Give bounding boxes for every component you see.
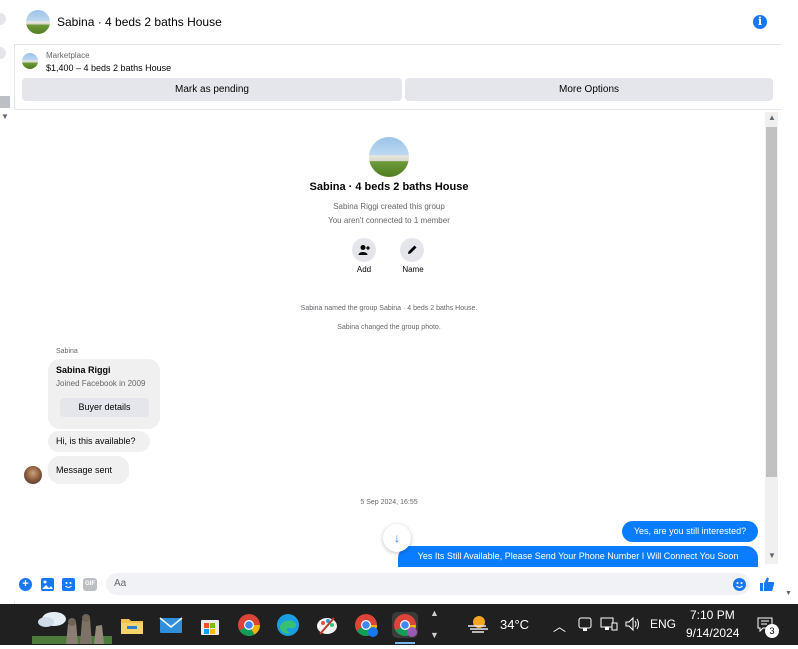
meet-now-icon[interactable] xyxy=(578,616,592,632)
listing-title[interactable]: $1,400 – 4 beds 2 baths House xyxy=(46,63,171,73)
paint-icon[interactable] xyxy=(314,612,340,638)
profile-joined: Joined Facebook in 2009 xyxy=(56,379,146,388)
emoji-icon[interactable] xyxy=(733,578,746,591)
weather-sun-icon[interactable] xyxy=(466,614,492,634)
show-hidden-icons-icon[interactable]: ︿ xyxy=(553,616,566,635)
chrome-profile-icon[interactable] xyxy=(353,612,379,638)
message-bubble[interactable]: Message sent xyxy=(48,456,129,484)
file-explorer-icon[interactable] xyxy=(119,612,145,638)
left-scroll-down-icon[interactable]: ▼ xyxy=(1,112,9,121)
like-icon[interactable] xyxy=(759,576,775,592)
image-icon[interactable] xyxy=(41,578,54,591)
marketplace-label: Marketplace xyxy=(46,51,90,60)
group-title: Sabina · 4 beds 2 baths House xyxy=(309,181,469,193)
temperature[interactable]: 34°C xyxy=(500,617,529,632)
event-group-photo: Sabina changed the group photo. xyxy=(337,324,441,331)
clock-date[interactable]: 9/14/2024 xyxy=(686,626,739,640)
scroll-to-bottom-icon[interactable]: ↓ xyxy=(383,524,411,552)
scroll-down-icon[interactable]: ▼ xyxy=(768,551,776,560)
notification-count-badge: 3 xyxy=(765,624,779,638)
microsoft-store-icon[interactable] xyxy=(197,612,223,638)
mark-as-pending-button[interactable]: Mark as pending xyxy=(22,78,402,101)
edge-icon[interactable] xyxy=(275,612,301,638)
edit-name-label[interactable]: Name xyxy=(393,265,433,274)
chrome-active-icon[interactable] xyxy=(392,612,418,638)
add-member-icon[interactable] xyxy=(352,238,376,262)
chrome-icon[interactable] xyxy=(236,612,262,638)
group-connection-text: You aren't connected to 1 member xyxy=(328,216,450,225)
input-language[interactable]: ENG xyxy=(650,617,676,631)
sender-name: Sabina xyxy=(56,348,78,355)
message-timestamp: 5 Sep 2024, 16:55 xyxy=(360,499,418,506)
scroll-up-icon[interactable]: ▲ xyxy=(768,113,776,122)
taskbar-scroll-up-icon[interactable]: ▲ xyxy=(430,608,439,618)
message-composer: + GIF Aa xyxy=(14,571,781,601)
clock-time[interactable]: 7:10 PM xyxy=(690,608,735,622)
profile-name[interactable]: Sabina Riggi xyxy=(56,365,111,375)
mail-icon[interactable] xyxy=(158,612,184,638)
my-message-bubble[interactable]: Yes, are you still interested? xyxy=(622,521,758,542)
left-avatar-partial[interactable] xyxy=(0,13,6,25)
windows-taskbar: ▲ ▼ 34°C ︿ ENG 7:10 PM 9/14/2024 3 xyxy=(0,604,798,645)
left-panel-edge: ▼ xyxy=(0,0,15,604)
taskbar-scroll-down-icon[interactable]: ▼ xyxy=(430,630,439,640)
sticker-icon[interactable] xyxy=(62,578,75,591)
gif-icon[interactable]: GIF xyxy=(83,578,97,591)
group-avatar[interactable] xyxy=(26,10,50,34)
header-title[interactable]: Sabina · 4 beds 2 baths House xyxy=(57,15,222,29)
info-icon[interactable]: i xyxy=(753,15,767,29)
message-bubble[interactable]: Hi, is this available? xyxy=(48,431,150,452)
network-icon[interactable] xyxy=(600,616,618,632)
event-group-named: Sabina named the group Sabina · 4 beds 2… xyxy=(300,305,478,312)
left-avatar-partial-2[interactable] xyxy=(0,47,6,59)
buyer-details-button[interactable]: Buyer details xyxy=(60,398,149,417)
message-thread: Sabina · 4 beds 2 baths House Sabina Rig… xyxy=(14,110,781,571)
plus-icon[interactable]: + xyxy=(19,578,32,591)
group-created-text: Sabina Riggi created this group xyxy=(333,202,445,211)
my-message-bubble[interactable]: Yes Its Still Available, Please Send You… xyxy=(398,546,758,567)
profile-card: Sabina Riggi Joined Facebook in 2009 Buy… xyxy=(48,359,160,429)
left-scroll-thumb[interactable] xyxy=(0,96,10,108)
edit-name-icon[interactable] xyxy=(400,238,424,262)
scrollbar-thumb[interactable] xyxy=(766,127,777,477)
sender-avatar[interactable] xyxy=(24,466,42,484)
chat-header: Sabina · 4 beds 2 baths House i xyxy=(14,0,781,45)
group-photo[interactable] xyxy=(369,137,409,177)
more-options-button[interactable]: More Options xyxy=(405,78,773,101)
volume-icon[interactable] xyxy=(624,616,642,632)
message-input[interactable]: Aa xyxy=(106,573,750,595)
listing-thumbnail[interactable] xyxy=(22,53,38,69)
weather-widget-scene-icon[interactable] xyxy=(32,608,112,644)
add-member-label[interactable]: Add xyxy=(344,265,384,274)
page-scroll-down-icon[interactable]: ▼ xyxy=(785,590,792,597)
active-app-indicator xyxy=(395,642,415,644)
